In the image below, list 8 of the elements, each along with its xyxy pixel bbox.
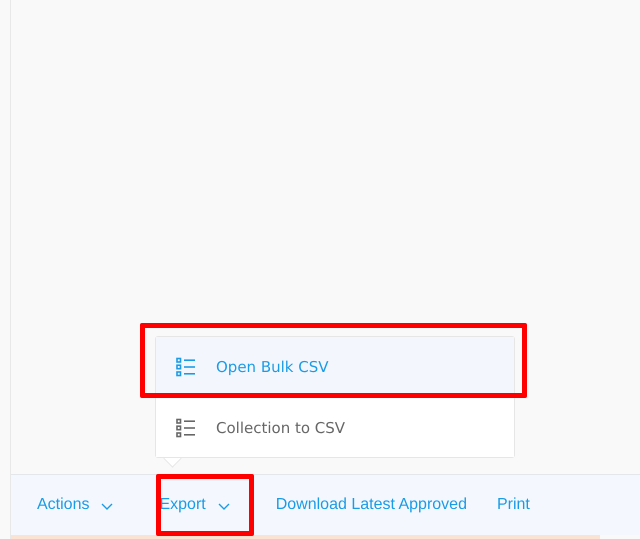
dropdown-button[interactable]: Export — [159, 490, 230, 520]
list-icon — [176, 357, 196, 377]
link[interactable]: Download Latest Approved — [276, 490, 467, 520]
dropdown-button[interactable]: Actions — [37, 490, 114, 520]
link[interactable]: Print — [496, 490, 530, 520]
chevron-down-icon — [218, 503, 230, 511]
list-icon — [176, 418, 196, 438]
chevron-down-icon — [101, 503, 114, 511]
